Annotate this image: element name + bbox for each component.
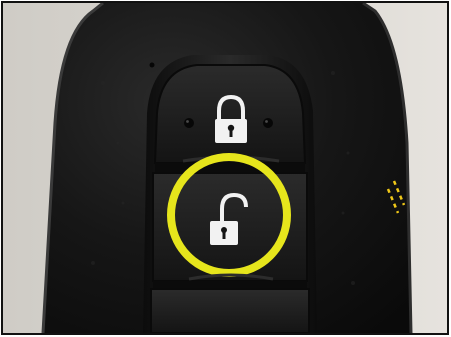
led-right-glint	[265, 120, 268, 123]
bottom-button	[150, 288, 310, 333]
led-left-glint	[186, 120, 189, 123]
button-divider-2	[153, 281, 307, 289]
button-divider	[155, 163, 305, 173]
photo-frame	[1, 1, 449, 335]
key-fob-photo	[3, 3, 447, 333]
lock-button	[153, 64, 307, 164]
led-left	[184, 118, 194, 128]
led-right	[263, 118, 273, 128]
fob-pinhole	[149, 62, 155, 68]
